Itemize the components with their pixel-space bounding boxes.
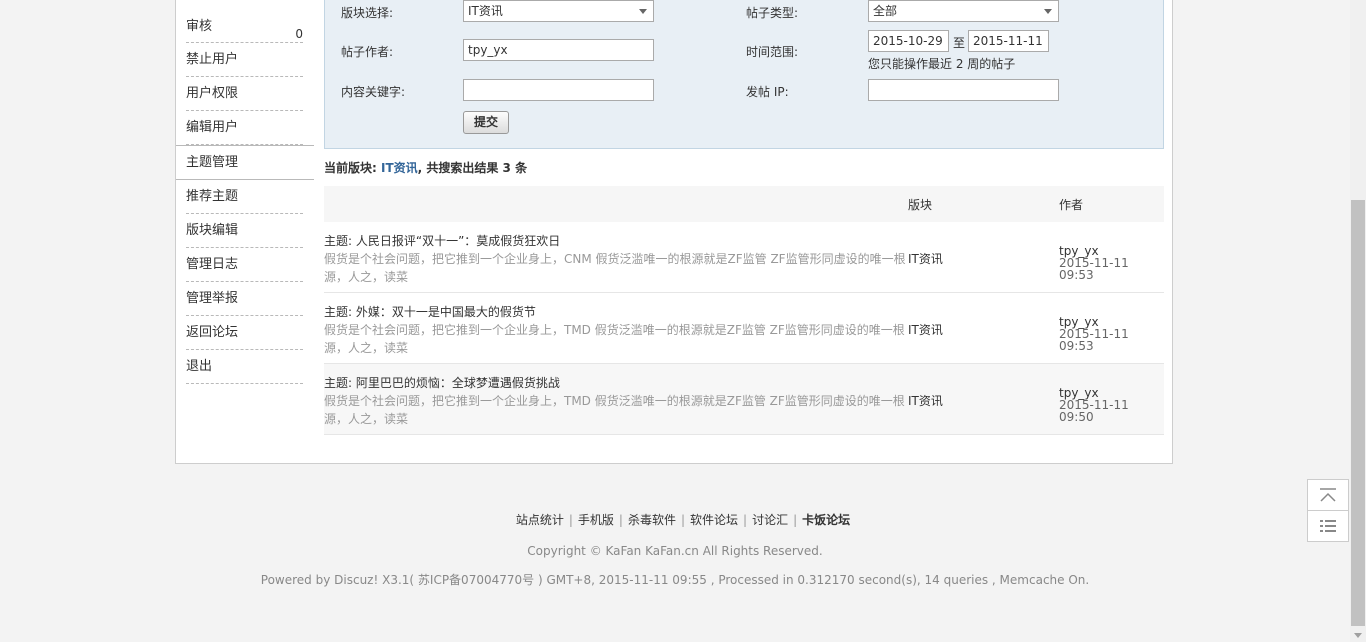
date-separator: 至 (953, 36, 966, 50)
back-to-top-icon (1320, 488, 1336, 502)
thread-excerpt: 假货是个社会问题，把它推到一个企业身上，CNM 假货泛滥唯一的根源就是ZF监管 … (324, 252, 906, 284)
author-label: 帖子作者: (341, 45, 394, 59)
footer-separator: | (618, 513, 623, 527)
footer-separator: | (743, 513, 748, 527)
footer-link-mobile[interactable]: 手机版 (578, 513, 614, 527)
copyright-text: Copyright © KaFan KaFan.cn All Rights Re… (527, 544, 823, 558)
date-from-input[interactable] (868, 30, 949, 52)
floating-tools (1307, 479, 1349, 542)
time-range-hint: 您只能操作最近 2 周的帖子 (868, 57, 1016, 71)
author-input[interactable] (463, 39, 654, 61)
table-header: 版块 作者 (324, 186, 1164, 222)
sidebar-item-mod-log[interactable]: 管理日志 (186, 248, 303, 282)
keyword-label: 内容关键字: (341, 85, 406, 99)
time-range-label: 时间范围: (746, 45, 799, 59)
sidebar: 审核 0 禁止用户 用户权限 编辑用户 主题管理 推荐主题 版块编辑 管理日志 … (176, 0, 314, 384)
sidebar-item-label: 审核 (186, 19, 213, 34)
forum-select-value: IT资讯 (468, 4, 503, 18)
summary-forum-link[interactable]: IT资讯 (381, 161, 418, 175)
thread-subject[interactable]: 主题: 人民日报评“双十一”：莫成假货狂欢日 (324, 232, 560, 249)
sidebar-item-reports[interactable]: 管理举报 (186, 282, 303, 316)
thread-time: 2015-11-11 09:53 (1059, 256, 1129, 282)
sidebar-item-label: 主题管理 (186, 155, 239, 170)
thread-excerpt: 假货是个社会问题，把它推到一个企业身上，TMD 假货泛滥唯一的根源就是ZF监管 … (324, 394, 905, 426)
footer-link-software-forum[interactable]: 软件论坛 (690, 513, 738, 527)
sidebar-item-forum-edit[interactable]: 版块编辑 (186, 214, 303, 248)
thread-forum[interactable]: IT资讯 (908, 250, 943, 267)
sidebar-item-label: 版块编辑 (186, 223, 239, 238)
forum-select-label: 版块选择: (341, 6, 394, 20)
footer-links: 站点统计 | 手机版 | 杀毒软件 | 软件论坛 | 讨论汇 | 卡饭论坛 (0, 511, 1366, 528)
thread-list-button[interactable] (1307, 510, 1349, 542)
sidebar-item-label: 用户权限 (186, 86, 239, 101)
sidebar-item-logout[interactable]: 退出 (186, 350, 303, 384)
date-to-input[interactable] (968, 30, 1049, 52)
thread-subject[interactable]: 主题: 外媒：双十一是中国最大的假货节 (324, 303, 536, 320)
thread-type-label: 帖子类型: (746, 6, 799, 20)
sidebar-item-label: 禁止用户 (186, 52, 239, 67)
sidebar-item-edit-user[interactable]: 编辑用户 (186, 111, 303, 145)
moderation-panel: 审核 0 禁止用户 用户权限 编辑用户 主题管理 推荐主题 版块编辑 管理日志 … (175, 0, 1173, 464)
footer-separator: | (680, 513, 686, 527)
thread-type-select[interactable]: 全部 (868, 0, 1059, 22)
col-author-header: 作者 (1059, 198, 1084, 212)
scroll-down-arrow-icon[interactable] (1354, 633, 1362, 638)
sidebar-item-label: 推荐主题 (186, 189, 239, 204)
table-row: 主题: 人民日报评“双十一”：莫成假货狂欢日 假货是个社会问题，把它推到一个企业… (324, 222, 1164, 293)
thread-time: 2015-11-11 09:50 (1059, 398, 1129, 424)
table-row: 主题: 阿里巴巴的烦恼：全球梦遭遇假货挑战 假货是个社会问题，把它推到一个企业身… (324, 364, 1164, 435)
powered-by-text: Powered by Discuz! X3.1( 苏ICP备07004770号 … (260, 573, 1090, 587)
thread-type-value: 全部 (873, 4, 898, 18)
list-icon (1320, 520, 1336, 532)
sidebar-item-ban-user[interactable]: 禁止用户 (186, 43, 303, 77)
sidebar-item-user-permissions[interactable]: 用户权限 (186, 77, 303, 111)
sidebar-item-label: 退出 (186, 359, 213, 374)
page: 审核 0 禁止用户 用户权限 编辑用户 主题管理 推荐主题 版块编辑 管理日志 … (0, 0, 1366, 642)
sidebar-item-recommend-thread[interactable]: 推荐主题 (186, 180, 303, 214)
table-row: 主题: 外媒：双十一是中国最大的假货节 假货是个社会问题，把它推到一个企业身上，… (324, 293, 1164, 364)
sidebar-item-label: 管理举报 (186, 291, 239, 306)
sidebar-item-label: 编辑用户 (186, 120, 239, 135)
sidebar-item-label: 管理日志 (186, 257, 239, 272)
submit-button[interactable]: 提交 (463, 111, 509, 134)
sidebar-item-label: 返回论坛 (186, 325, 239, 340)
thread-forum[interactable]: IT资讯 (908, 321, 943, 338)
scrollbar-thumb[interactable] (1351, 200, 1365, 626)
sidebar-item-thread-management[interactable]: 主题管理 (176, 145, 314, 180)
col-forum-header: 版块 (908, 198, 933, 212)
ip-label: 发帖 IP: (746, 85, 789, 99)
result-summary: 当前版块: IT资讯, 共搜索出结果 3 条 (324, 159, 527, 176)
vertical-scrollbar[interactable] (1350, 0, 1366, 642)
footer-link-stats[interactable]: 站点统计 (516, 513, 564, 527)
ip-input[interactable] (868, 79, 1059, 101)
thread-time: 2015-11-11 09:53 (1059, 327, 1129, 353)
summary-suffix: , 共搜索出结果 3 条 (417, 161, 528, 175)
results-table: 版块 作者 主题: 人民日报评“双十一”：莫成假货狂欢日 假货是个社会问题，把它… (324, 186, 1164, 435)
back-to-top-button[interactable] (1307, 479, 1349, 510)
footer-brand-link[interactable]: 卡饭论坛 (802, 513, 850, 527)
keyword-input[interactable] (463, 79, 654, 101)
footer-separator: | (793, 513, 798, 527)
footer-link-discussion[interactable]: 讨论汇 (752, 513, 788, 527)
footer-separator: | (568, 513, 573, 527)
thread-excerpt: 假货是个社会问题，把它推到一个企业身上，TMD 假货泛滥唯一的根源就是ZF监管 … (324, 323, 905, 355)
search-form: 版块选择: IT资讯 帖子类型: 全部 帖子作者: 时间范围: 至 您只能操作最… (324, 0, 1164, 149)
sidebar-item-moderate[interactable]: 审核 0 (186, 0, 303, 43)
sidebar-item-back-to-forum[interactable]: 返回论坛 (186, 316, 303, 350)
thread-forum[interactable]: IT资讯 (908, 392, 943, 409)
thread-subject[interactable]: 主题: 阿里巴巴的烦恼：全球梦遭遇假货挑战 (324, 374, 560, 391)
chevron-down-icon (639, 9, 647, 14)
summary-prefix: 当前版块: (324, 161, 381, 175)
chevron-down-icon (1044, 9, 1052, 14)
forum-select[interactable]: IT资讯 (463, 0, 654, 22)
footer-link-antivirus[interactable]: 杀毒软件 (628, 513, 676, 527)
